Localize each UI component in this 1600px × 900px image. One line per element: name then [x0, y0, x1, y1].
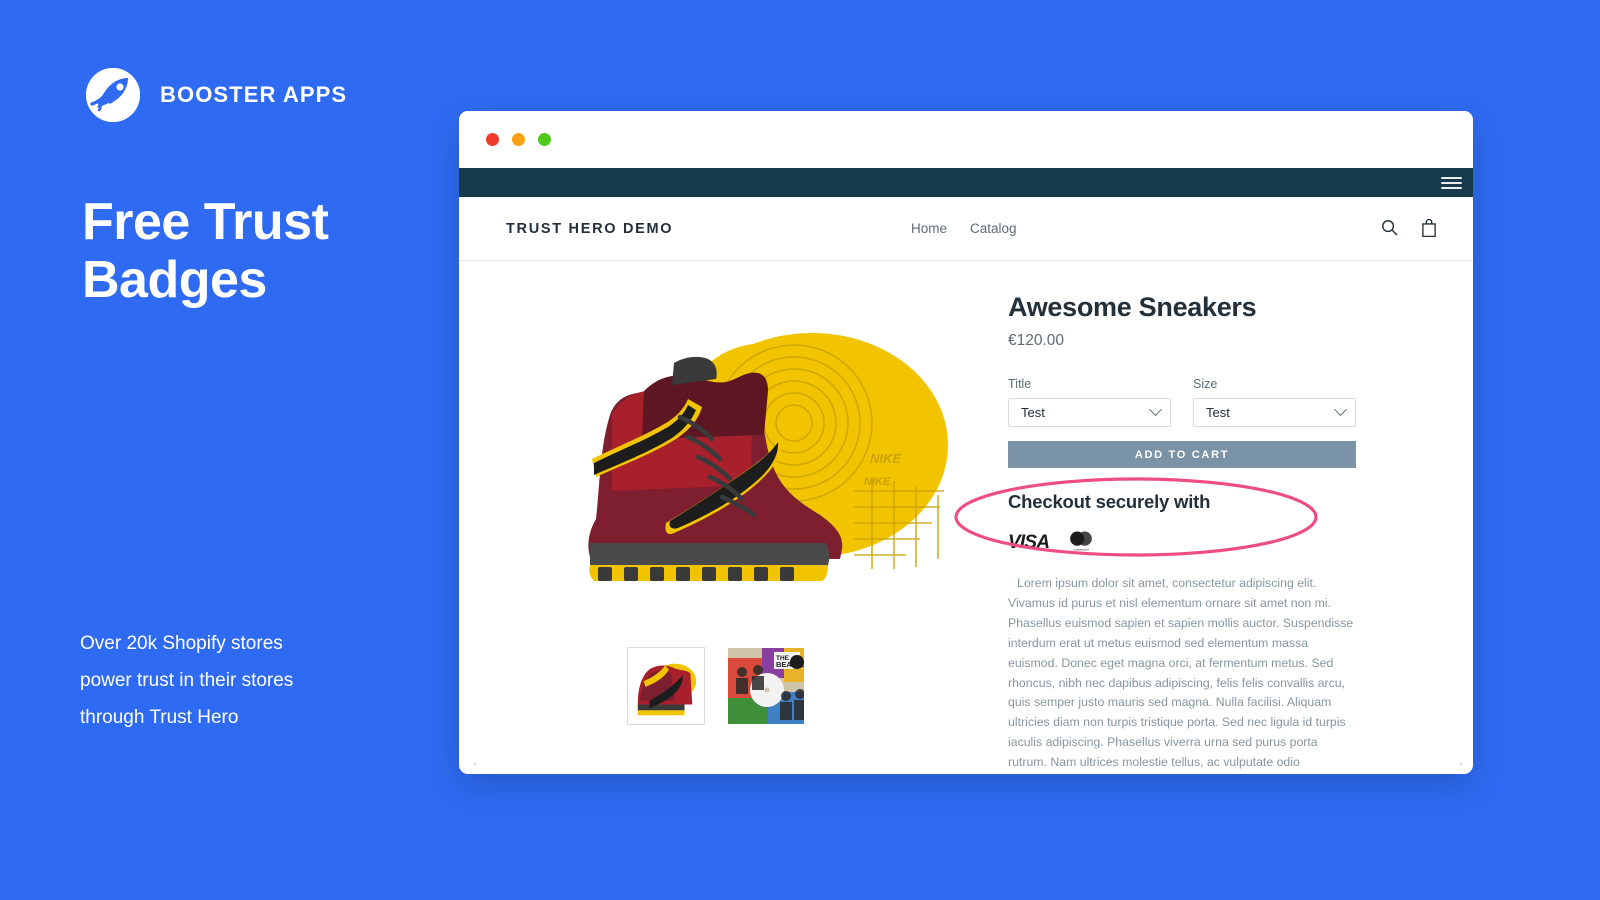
- visa-icon: VISA: [1008, 532, 1050, 553]
- option-field-size: Size Test: [1193, 377, 1356, 427]
- headline-line-2: Badges: [82, 251, 267, 309]
- list-item[interactable]: [627, 647, 705, 725]
- option-value-title: Test: [1021, 405, 1045, 420]
- mastercard-icon: mastercard: [1066, 529, 1096, 557]
- product-option-selectors: Title Test Size Test: [1008, 377, 1356, 427]
- subcopy: Over 20k Shopify stores power trust in t…: [80, 625, 410, 736]
- option-select-size[interactable]: Test: [1193, 398, 1356, 427]
- store-header: TRUST HERO DEMO Home Catalog: [459, 197, 1473, 261]
- thumbnail-list: THE BEATLES: [627, 647, 976, 725]
- hamburger-icon[interactable]: [1441, 176, 1462, 189]
- chevron-down-icon: [1334, 403, 1347, 417]
- option-select-title[interactable]: Test: [1008, 398, 1171, 427]
- list-item[interactable]: THE BEATLES: [727, 647, 805, 725]
- add-to-cart-button[interactable]: ADD TO CART: [1008, 441, 1356, 468]
- option-label-size: Size: [1193, 377, 1218, 391]
- product-price: €120.00: [1008, 332, 1065, 349]
- site-announcement-bar: [459, 168, 1473, 197]
- rocket-circle-icon: [84, 66, 142, 124]
- scroll-indicator-right: ⌄: [1456, 757, 1465, 768]
- option-value-size: Test: [1206, 405, 1230, 420]
- product-description: Lorem ipsum dolor sit amet, consectetur …: [1008, 574, 1356, 774]
- browser-titlebar: [459, 111, 1473, 168]
- product-hero-image[interactable]: NIKE NIKE: [554, 295, 986, 595]
- store-logo[interactable]: TRUST HERO DEMO: [506, 221, 673, 237]
- window-controls: [486, 133, 551, 146]
- payment-badges: VISA mastercard: [1008, 529, 1356, 557]
- subcopy-line-3: through Trust Hero: [80, 707, 239, 729]
- close-window-button[interactable]: [486, 133, 499, 146]
- svg-text:NIKE: NIKE: [870, 451, 901, 466]
- trust-badge-heading: Checkout securely with: [1008, 491, 1211, 512]
- maximize-window-button[interactable]: [538, 133, 551, 146]
- subcopy-line-1: Over 20k Shopify stores: [80, 633, 283, 654]
- minimize-window-button[interactable]: [512, 133, 525, 146]
- brand-lockup: BOOSTER APPS: [84, 66, 347, 124]
- scroll-indicator-left: ⌄: [471, 757, 480, 768]
- option-field-title: Title Test: [1008, 377, 1171, 427]
- headline-line-1: Free Trust: [82, 193, 329, 251]
- svg-text:NIKE: NIKE: [864, 476, 891, 488]
- svg-text:mastercard: mastercard: [1074, 547, 1089, 551]
- product-page: NIKE NIKE THE Awesome Sneakers €120.00 T…: [459, 261, 1473, 774]
- poster-canvas: BOOSTER APPS Free Trust Badges Over 20k …: [0, 0, 1600, 900]
- nav-item-catalog[interactable]: Catalog: [970, 221, 1017, 236]
- search-icon[interactable]: [1380, 218, 1399, 239]
- subcopy-line-2: power trust in their stores: [80, 670, 294, 692]
- product-gallery: NIKE NIKE THE: [506, 287, 976, 774]
- option-label-title: Title: [1008, 377, 1032, 391]
- nav-item-home[interactable]: Home: [911, 221, 947, 236]
- store-header-icons: [1380, 218, 1439, 239]
- product-details: Awesome Sneakers €120.00 Title Test Size…: [954, 287, 1356, 774]
- chevron-down-icon: [1149, 403, 1162, 417]
- page-title: Free Trust Badges: [82, 196, 442, 306]
- store-navigation: Home Catalog: [911, 221, 1017, 236]
- shopping-bag-icon[interactable]: [1420, 218, 1439, 239]
- trust-badge-section: Checkout securely with VISA mastercard: [954, 477, 1356, 557]
- brand-name: BOOSTER APPS: [160, 82, 348, 107]
- product-title: Awesome Sneakers: [1008, 292, 1257, 322]
- browser-window-mockup: TRUST HERO DEMO Home Catalog NIKE NIKE T…: [459, 111, 1473, 774]
- left-marketing-panel: BOOSTER APPS Free Trust Badges Over 20k …: [0, 0, 460, 900]
